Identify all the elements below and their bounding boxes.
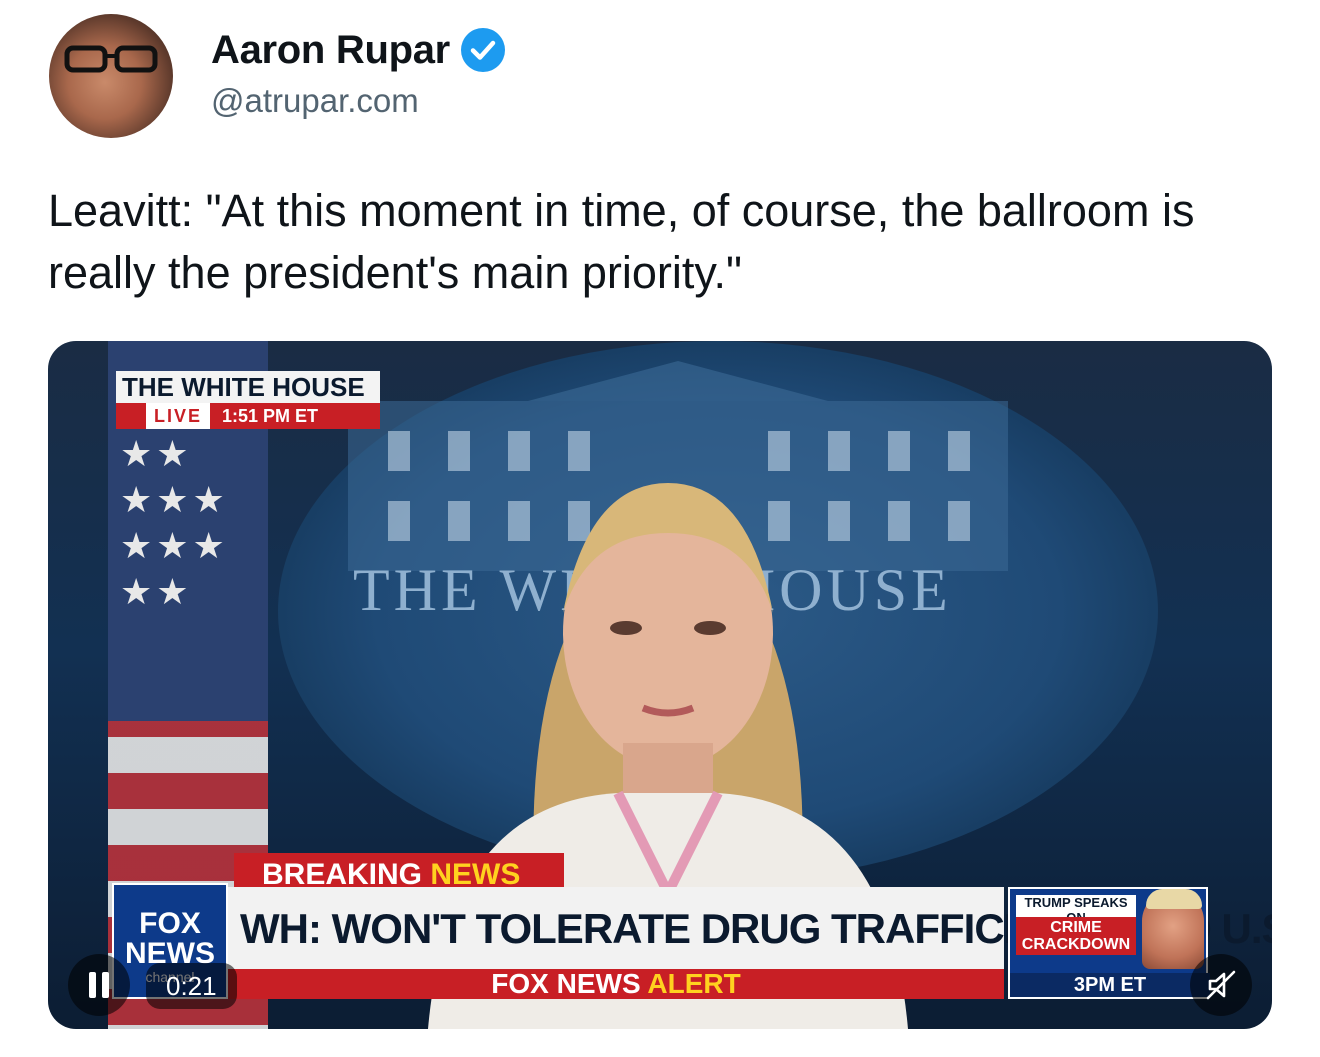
fox-logo-line-1: FOX bbox=[139, 907, 201, 940]
author-name-text[interactable]: Aaron Rupar bbox=[211, 28, 450, 73]
glasses-graphic bbox=[64, 45, 158, 73]
author-avatar[interactable] bbox=[49, 14, 173, 138]
location-bug: THE WHITE HOUSE LIVE 1:51 PM ET bbox=[116, 371, 380, 429]
upcoming-promo-box: TRUMP SPEAKS ON CRIME CRACKDOWN 3PM ET bbox=[1008, 887, 1210, 999]
pause-button[interactable] bbox=[68, 954, 130, 1016]
video-player[interactable]: THE WHITE HOUSE ★★★★★★★★★★ THE WHITE HOU… bbox=[48, 341, 1272, 1029]
live-time-bar: LIVE 1:51 PM ET bbox=[116, 403, 380, 429]
broadcast-time: 1:51 PM ET bbox=[222, 406, 319, 426]
promo-line-2: CRIME CRACKDOWN bbox=[1016, 917, 1136, 955]
pause-icon-bar-right bbox=[102, 972, 109, 998]
unmute-button[interactable] bbox=[1190, 954, 1252, 1016]
author-handle[interactable]: @atrupar.com bbox=[211, 82, 419, 120]
flag-stars: ★★ ★★★ ★★★ ★★ bbox=[120, 433, 229, 612]
verified-badge-icon bbox=[460, 28, 505, 72]
tweet-text: Leavitt: "At this moment in time, of cou… bbox=[48, 185, 1195, 298]
chyron-headline: WH: WON'T TOLERATE DRUG TRAFFICKING INTO… bbox=[228, 887, 1272, 971]
elapsed-time: 0:21 bbox=[146, 963, 237, 1009]
live-badge: LIVE bbox=[146, 403, 211, 429]
fox-news-alert-bar: FOX NEWS ALERT bbox=[228, 969, 1004, 999]
alert-brand: FOX NEWS bbox=[491, 968, 641, 999]
location-bug-title: THE WHITE HOUSE bbox=[116, 371, 380, 403]
pause-icon-bar-left bbox=[89, 972, 96, 998]
author-name[interactable]: Aaron Rupar bbox=[211, 27, 506, 73]
promo-portrait-hair bbox=[1146, 889, 1202, 909]
speaker-muted-icon bbox=[1206, 970, 1236, 1000]
promo-time: 3PM ET bbox=[1010, 973, 1210, 997]
alert-word: ALERT bbox=[647, 968, 741, 999]
